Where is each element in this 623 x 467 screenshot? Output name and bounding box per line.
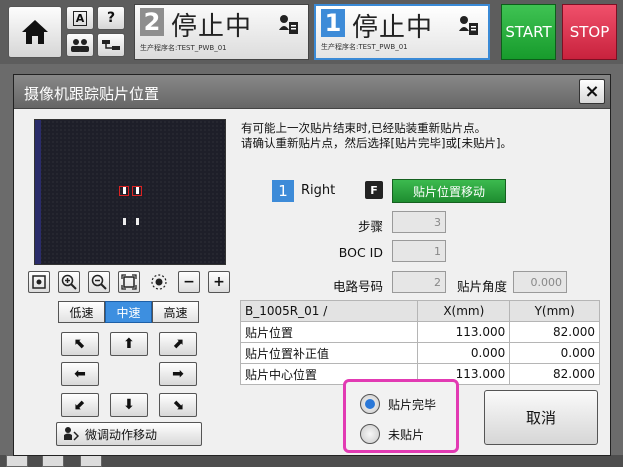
bottom-tool-icon[interactable] <box>80 455 102 467</box>
message-line-2: 请确认重新贴片点，然后选择[贴片完毕]或[未贴片]。 <box>241 136 512 150</box>
x-value: 0.000 <box>417 342 511 364</box>
message-line-1: 有可能上一次贴片结束时,已经贴装重新贴片点。 <box>241 121 487 135</box>
y-value: 82.000 <box>509 321 600 343</box>
step-field: 3 <box>392 211 446 233</box>
bottom-tool-icon[interactable] <box>6 455 28 467</box>
operator-icon <box>71 39 89 52</box>
line-status-text: 停止中 <box>352 13 434 43</box>
camera-noise <box>35 120 225 264</box>
camera-tracking-dialog: 摄像机跟踪贴片位置 × − + 低速 中速 高速 ⬉ ⬆ ⬈ ⬅ ➡ ⬋ ⬇ ⬊… <box>13 74 611 456</box>
line-number: 2 <box>140 8 164 36</box>
zoom-in-icon <box>61 274 77 290</box>
zoom-out-icon <box>91 274 107 290</box>
x-value: 113.000 <box>417 321 511 343</box>
help-button[interactable]: ? <box>97 6 125 30</box>
move-to-placement-button[interactable]: 贴片位置移动 <box>392 179 506 203</box>
head-name: Right <box>301 183 336 198</box>
speed-mid-button[interactable]: 中速 <box>105 301 152 323</box>
placement-angle-label: 贴片角度 <box>456 279 507 294</box>
radio-unselected-icon <box>360 424 380 444</box>
zoom-in-button[interactable] <box>58 271 80 293</box>
radio-placement-done[interactable]: 贴片完毕 <box>360 393 456 415</box>
component-pad <box>136 187 139 194</box>
network-icon <box>102 40 120 50</box>
y-value: 0.000 <box>509 342 600 364</box>
column-header: Y(mm) <box>509 300 600 322</box>
mode-a-button[interactable]: A <box>66 6 94 30</box>
fine-move-button[interactable]: 微调动作移动 <box>56 422 202 446</box>
operator-clipboard-icon <box>459 16 478 35</box>
dialog-title: 摄像机跟踪贴片位置 <box>24 85 160 103</box>
radio-not-placed[interactable]: 未贴片 <box>360 423 456 445</box>
column-header: B_1005R_01 / <box>239 300 419 322</box>
line-status-2[interactable]: 2 停止中 生产程序名:TEST_PWB_01 <box>134 4 309 60</box>
fit-view-button[interactable] <box>118 271 140 293</box>
home-icon <box>22 20 48 44</box>
camera-view[interactable] <box>34 119 226 265</box>
help-icon: ? <box>106 10 116 26</box>
camera-edge <box>35 120 41 264</box>
move-up-left-button[interactable]: ⬉ <box>61 332 99 356</box>
brightness-plus-button[interactable]: + <box>208 271 230 293</box>
placement-angle-field: 0.000 <box>513 271 567 293</box>
speed-low-button[interactable]: 低速 <box>58 301 105 323</box>
row-label: 贴片位置补正值 <box>239 342 419 364</box>
line-status-text: 停止中 <box>171 12 253 42</box>
table-header-row: B_1005R_01 / X(mm) Y(mm) <box>239 300 600 322</box>
fine-move-label: 微调动作移动 <box>85 427 158 442</box>
fine-move-icon <box>64 427 79 441</box>
row-label: 贴片位置 <box>239 321 419 343</box>
speed-high-button[interactable]: 高速 <box>152 301 199 323</box>
instruction-message: 有可能上一次贴片结束时,已经贴装重新贴片点。 请确认重新贴片点，然后选择[贴片完… <box>241 121 512 151</box>
camera-settings-icon <box>32 275 46 289</box>
move-down-button[interactable]: ⬇ <box>110 393 148 417</box>
close-button[interactable]: × <box>579 79 605 104</box>
cancel-button[interactable]: 取消 <box>484 390 598 445</box>
brightness-minus-button[interactable]: − <box>178 271 200 293</box>
boc-id-label: BOC ID <box>338 245 383 260</box>
move-up-right-button[interactable]: ⬈ <box>159 332 197 356</box>
program-name: 生产程序名:TEST_PWB_01 <box>321 43 408 51</box>
line-status-1[interactable]: 1 停止中 生产程序名:TEST_PWB_01 <box>314 4 490 60</box>
boc-id-field: 1 <box>392 240 446 262</box>
step-label: 步骤 <box>357 219 383 234</box>
move-down-right-button[interactable]: ⬊ <box>159 393 197 417</box>
table-row: 贴片位置补正值 0.000 0.000 <box>239 342 600 364</box>
stop-button[interactable]: STOP <box>562 4 617 60</box>
fit-view-icon <box>121 274 137 290</box>
zoom-out-button[interactable] <box>88 271 110 293</box>
lighting-icon <box>150 273 168 294</box>
dialog-titlebar: 摄像机跟踪贴片位置 × <box>14 75 610 109</box>
radio-selected-icon <box>360 394 380 414</box>
circuit-number-label: 电路号码 <box>332 279 383 294</box>
move-left-button[interactable]: ⬅ <box>61 362 99 386</box>
move-down-left-button[interactable]: ⬋ <box>61 393 99 417</box>
position-table: B_1005R_01 / X(mm) Y(mm) 贴片位置 113.000 82… <box>239 300 600 385</box>
radio-label: 未贴片 <box>388 427 425 442</box>
table-row: 贴片位置 113.000 82.000 <box>239 321 600 343</box>
camera-settings-button[interactable] <box>28 271 50 293</box>
move-up-button[interactable]: ⬆ <box>110 332 148 356</box>
start-button[interactable]: START <box>501 4 556 60</box>
radio-label: 贴片完毕 <box>388 397 437 412</box>
bottom-tool-icon[interactable] <box>42 455 64 467</box>
line-number: 1 <box>321 9 345 37</box>
head-number-badge: 1 <box>272 180 294 202</box>
move-right-button[interactable]: ➡ <box>159 362 197 386</box>
network-button[interactable] <box>97 33 125 57</box>
mode-a-icon: A <box>72 10 88 26</box>
operator-clipboard-icon <box>279 15 298 34</box>
component-pad <box>136 218 139 225</box>
component-pad <box>123 187 126 194</box>
column-header: X(mm) <box>417 300 511 322</box>
top-toolbar: A ? 2 停止中 生产程序名:TEST_PWB_01 1 停止中 生产程序名:… <box>0 0 623 64</box>
home-button[interactable] <box>8 6 62 58</box>
f-badge: F <box>365 181 383 199</box>
operator-button[interactable] <box>66 33 94 57</box>
y-value: 82.000 <box>509 363 600 385</box>
program-name: 生产程序名:TEST_PWB_01 <box>140 44 227 52</box>
component-pad <box>123 218 126 225</box>
